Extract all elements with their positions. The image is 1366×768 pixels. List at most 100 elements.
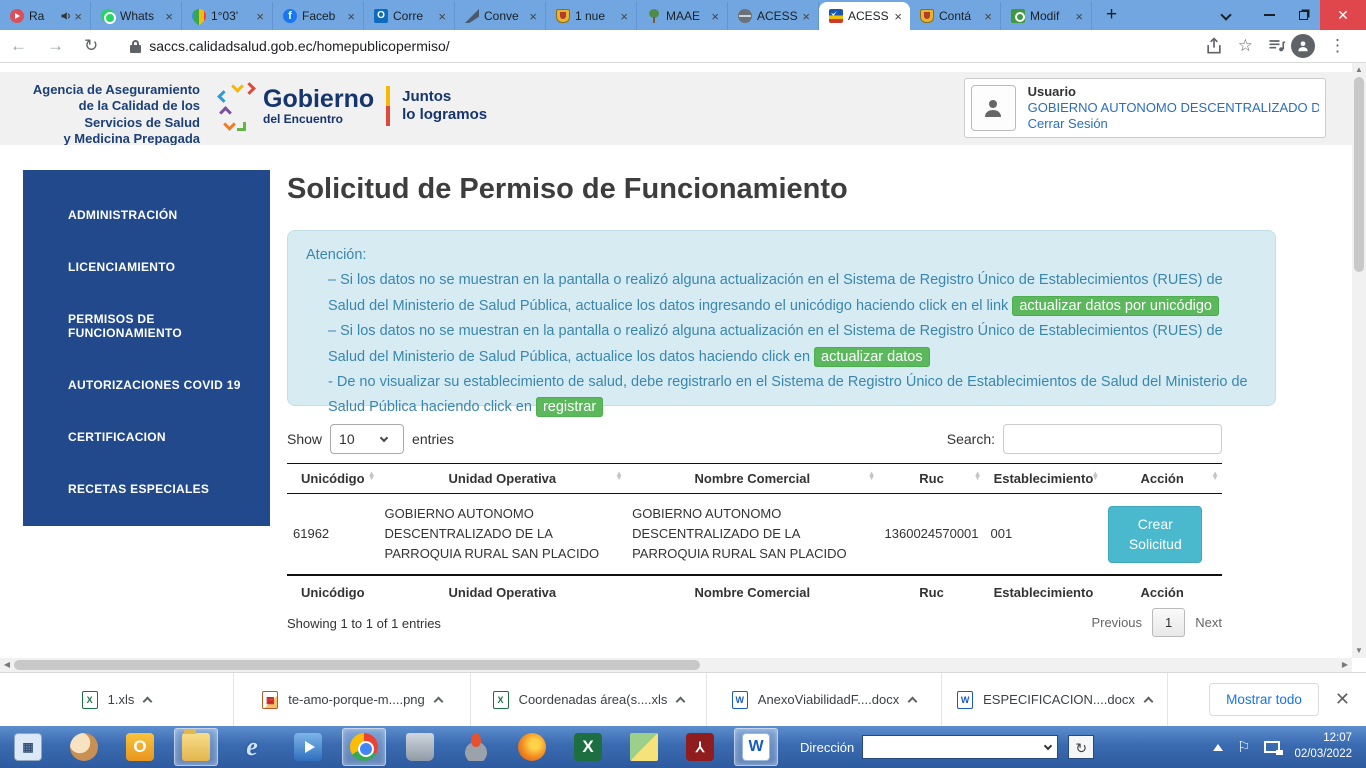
direccion-input[interactable]	[862, 735, 1058, 759]
close-button[interactable]: ✕	[1320, 0, 1366, 30]
sort-icon[interactable]: ▲▼	[368, 472, 376, 481]
sticky-notes-icon[interactable]	[622, 728, 666, 766]
vertical-scroll-thumb[interactable]	[1354, 77, 1364, 272]
tab-acess-active[interactable]: ACESS ×	[819, 2, 910, 30]
download-item[interactable]: W AnexoViabilidadF....docx	[707, 673, 942, 726]
paint-icon[interactable]	[62, 728, 106, 766]
tab-contador[interactable]: Contá ×	[910, 2, 1001, 30]
sort-icon[interactable]: ▲▼	[974, 472, 982, 481]
tab-close-icon[interactable]: ×	[345, 9, 357, 24]
reload-icon[interactable]: ↻	[74, 36, 108, 56]
tab-nuevo[interactable]: 1 nue ×	[546, 2, 637, 30]
horizontal-scroll-thumb[interactable]	[14, 660, 700, 670]
show-all-downloads-button[interactable]: Mostrar todo	[1209, 683, 1319, 716]
entries-select[interactable]: 10	[330, 424, 404, 454]
media-controls-icon[interactable]	[1267, 36, 1287, 56]
tab-close-icon[interactable]: ×	[254, 9, 266, 24]
search-input[interactable]	[1003, 424, 1222, 454]
tab-acess-globe[interactable]: ACESS ×	[728, 2, 819, 30]
menu-dots-icon[interactable]: ⋮	[1319, 36, 1356, 56]
sidebar-item-certificacion[interactable]: CERTIFICACION	[23, 430, 270, 444]
tab-facebook[interactable]: Faceb ×	[273, 2, 364, 30]
actualizar-datos-link[interactable]: actualizar datos	[814, 347, 930, 367]
new-tab-button[interactable]: +	[1092, 4, 1127, 30]
tab-close-icon[interactable]: ×	[436, 9, 448, 24]
sidebar-item-permisos[interactable]: PERMISOS DE FUNCIONAMIENTO	[23, 312, 270, 340]
address-go-icon[interactable]: ↻	[1068, 735, 1094, 759]
firefox-icon[interactable]	[510, 728, 554, 766]
tab-close-icon[interactable]: ×	[1073, 9, 1085, 24]
acrobat-icon[interactable]: ⅄	[678, 728, 722, 766]
excel-icon[interactable]: X	[566, 728, 610, 766]
tab-close-icon[interactable]: ×	[163, 9, 175, 24]
scroll-down-icon[interactable]: ▼	[1352, 644, 1366, 658]
media-player-icon[interactable]	[286, 728, 330, 766]
sort-icon[interactable]: ▲▼	[1211, 472, 1219, 481]
chevron-up-icon[interactable]	[676, 697, 686, 707]
chevron-up-icon[interactable]	[1143, 697, 1153, 707]
page-number-button[interactable]: 1	[1152, 608, 1185, 637]
download-item[interactable]: W ESPECIFICACION....docx	[942, 673, 1168, 726]
chevron-up-icon[interactable]	[433, 697, 443, 707]
tab-outlook[interactable]: Corre ×	[364, 2, 455, 30]
close-downloads-bar-icon[interactable]: ✕	[1335, 689, 1350, 710]
lock-icon[interactable]	[130, 40, 141, 53]
col-header-establecimiento[interactable]: Establecimiento▲▼	[985, 464, 1103, 494]
share-icon[interactable]	[1204, 36, 1224, 56]
next-page-button[interactable]: Next	[1195, 615, 1222, 630]
tab-modificacion[interactable]: Modif ×	[1001, 2, 1092, 30]
registrar-link[interactable]: registrar	[536, 397, 603, 417]
tab-close-icon[interactable]: ×	[72, 9, 84, 24]
tab-close-icon[interactable]: ×	[800, 9, 812, 24]
scroll-up-icon[interactable]: ▲	[1352, 63, 1366, 77]
cleaner-icon[interactable]	[454, 728, 498, 766]
restore-button[interactable]	[1286, 0, 1320, 30]
word-icon[interactable]: W	[734, 728, 778, 766]
back-icon[interactable]: ←	[0, 36, 37, 56]
col-header-ruc[interactable]: Ruc▲▼	[879, 464, 985, 494]
download-item[interactable]: X 1.xls	[0, 673, 234, 726]
sidebar-item-recetas[interactable]: RECETAS ESPECIALES	[23, 482, 270, 496]
tray-expand-icon[interactable]	[1213, 744, 1223, 751]
tab-search-chevron-icon[interactable]	[1222, 6, 1236, 20]
sidebar-item-licenciamiento[interactable]: LICENCIAMIENTO	[23, 260, 270, 274]
vertical-scrollbar[interactable]: ▲ ▼	[1352, 63, 1366, 658]
outlook-icon[interactable]: O	[118, 728, 162, 766]
horizontal-scrollbar[interactable]: ◀ ▶	[0, 658, 1352, 672]
sort-icon[interactable]: ▲▼	[868, 472, 876, 481]
file-explorer-icon[interactable]	[174, 728, 218, 766]
tab-maps[interactable]: 1°03' ×	[182, 2, 273, 30]
calculator-icon[interactable]: ▦	[6, 728, 50, 766]
col-header-unicodigo[interactable]: Unicódigo▲▼	[287, 464, 379, 494]
previous-page-button[interactable]: Previous	[1091, 615, 1142, 630]
scanner-icon[interactable]	[398, 728, 442, 766]
minimize-button[interactable]	[1252, 0, 1286, 30]
sidebar-item-autorizaciones-covid[interactable]: AUTORIZACIONES COVID 19	[23, 378, 270, 392]
tab-close-icon[interactable]: ×	[982, 9, 994, 24]
clock[interactable]: 12:07 02/03/2022	[1294, 731, 1352, 762]
network-icon[interactable]	[1264, 741, 1280, 753]
chevron-up-icon[interactable]	[143, 697, 153, 707]
download-item[interactable]: ▦ te-amo-porque-m....png	[234, 673, 471, 726]
actualizar-por-unicodigo-link[interactable]: actualizar datos por unicódigo	[1012, 296, 1219, 316]
audio-playing-icon[interactable]	[60, 10, 72, 22]
tab-close-icon[interactable]: ×	[709, 9, 721, 24]
col-header-unidad-operativa[interactable]: Unidad Operativa▲▼	[379, 464, 627, 494]
tab-close-icon[interactable]: ×	[892, 9, 904, 24]
bookmark-star-icon[interactable]: ☆	[1228, 36, 1263, 56]
col-header-nombre-comercial[interactable]: Nombre Comercial▲▼	[626, 464, 878, 494]
forward-icon[interactable]: →	[37, 36, 74, 56]
download-item[interactable]: X Coordenadas área(s....xls	[471, 673, 707, 726]
address-bar-url[interactable]: saccs.calidadsalud.gob.ec/homepublicoper…	[149, 38, 449, 54]
tab-maae[interactable]: MAAE ×	[637, 2, 728, 30]
internet-explorer-icon[interactable]: e	[230, 728, 274, 766]
scroll-left-icon[interactable]: ◀	[0, 658, 14, 672]
scroll-right-icon[interactable]: ▶	[1338, 658, 1352, 672]
tab-close-icon[interactable]: ×	[527, 9, 539, 24]
logout-link[interactable]: Cerrar Sesión	[1028, 116, 1319, 131]
tab-converter[interactable]: Conve ×	[455, 2, 546, 30]
profile-avatar-icon[interactable]	[1291, 34, 1315, 58]
chevron-up-icon[interactable]	[908, 697, 918, 707]
action-center-flag-icon[interactable]: ⚐	[1237, 738, 1250, 756]
sidebar-item-pagos[interactable]: PAGOS CON TARJETA	[23, 534, 270, 548]
